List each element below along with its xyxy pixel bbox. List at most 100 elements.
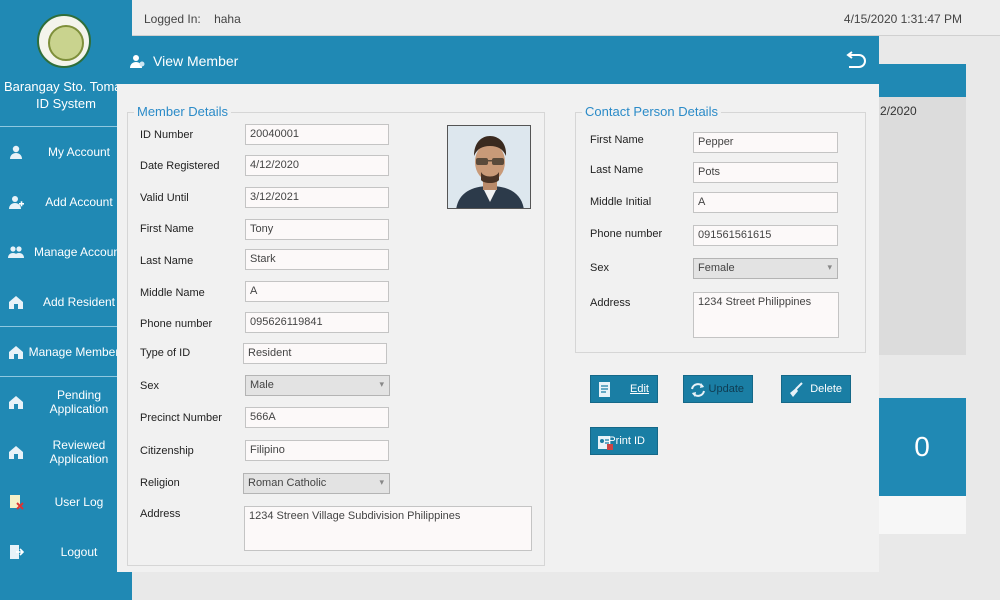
update-button-label: Update	[708, 383, 744, 395]
logged-in-username: haha	[214, 12, 241, 26]
edit-button-label: Edit	[630, 383, 649, 395]
sidebar-item-add-resident[interactable]: Add Resident	[0, 277, 132, 327]
user-icon	[10, 145, 22, 159]
refresh-icon	[691, 383, 705, 397]
sidebar-item-manage-members[interactable]: Manage Members	[0, 327, 132, 377]
background-count-value: 0	[914, 431, 930, 462]
update-button[interactable]: Update	[683, 375, 753, 403]
type-of-id-label: Type of ID	[140, 347, 191, 359]
sidebar-item-my-account[interactable]: My Account	[0, 127, 132, 177]
middle-name-field[interactable]: A	[245, 281, 389, 302]
contact-sex-label: Sex	[590, 262, 609, 274]
sidebar-item-label: Manage Members	[28, 345, 126, 359]
id-number-label: ID Number	[140, 129, 194, 141]
first-name-field[interactable]: Tony	[245, 219, 389, 240]
type-of-id-field[interactable]: Resident	[243, 343, 387, 364]
member-photo	[447, 125, 531, 209]
sidebar-item-manage-accounts[interactable]: Manage Accounts	[0, 227, 132, 277]
member-details-legend: Member Details	[134, 104, 232, 119]
print-id-button-label: Print ID	[608, 435, 645, 447]
contact-phone-field[interactable]: 091561561615	[693, 225, 838, 246]
sidebar-item-label: Pending Application	[49, 388, 109, 416]
edit-button[interactable]: Edit	[590, 375, 658, 403]
date-registered-field[interactable]: 4/12/2020	[245, 155, 389, 176]
contact-middle-initial-label: Middle Initial	[590, 196, 652, 208]
sidebar: Barangay Sto. Tomas ID System My Account…	[0, 0, 132, 600]
sidebar-item-label: Add Account	[45, 195, 113, 209]
contact-address-field[interactable]: 1234 Street Philippines	[693, 292, 839, 338]
sidebar-item-label: My Account	[47, 145, 111, 159]
valid-until-label: Valid Until	[140, 192, 189, 204]
sex-select[interactable]: Male	[245, 375, 390, 396]
barangay-seal-logo	[37, 14, 91, 68]
sidebar-item-label: Add Resident	[42, 295, 116, 309]
id-number-field[interactable]: 20040001	[245, 124, 389, 145]
print-id-button[interactable]: Print ID	[590, 427, 658, 455]
back-arrow-icon[interactable]	[843, 51, 867, 71]
dialog-header: View Member	[117, 36, 879, 84]
date-registered-label: Date Registered	[140, 160, 220, 172]
sidebar-item-reviewed-application[interactable]: Reviewed Application	[0, 427, 132, 477]
sidebar-item-logout[interactable]: Logout	[0, 527, 132, 577]
background-table-cell: 2/2020	[880, 104, 917, 118]
address-label: Address	[140, 508, 181, 520]
citizenship-field[interactable]: Filipino	[245, 440, 389, 461]
current-datetime: 4/15/2020 1:31:47 PM	[843, 12, 962, 26]
precinct-number-field[interactable]: 566A	[245, 407, 389, 428]
contact-sex-select[interactable]: Female	[693, 258, 838, 279]
valid-until-field[interactable]: 3/12/2021	[245, 187, 389, 208]
dialog-title: View Member	[153, 53, 239, 69]
house-icon	[9, 446, 23, 459]
delete-button-label: Delete	[810, 383, 842, 395]
app-brand: Barangay Sto. Tomas ID System	[0, 78, 132, 112]
sidebar-item-add-account[interactable]: Add Account	[0, 177, 132, 227]
sidebar-item-label: User Log	[54, 495, 104, 509]
member-portrait	[448, 126, 530, 208]
last-name-label: Last Name	[140, 255, 194, 267]
contact-details-legend: Contact Person Details	[582, 104, 721, 119]
first-name-label: First Name	[140, 223, 194, 235]
middle-name-label: Middle Name	[140, 287, 205, 299]
phone-number-label: Phone number	[140, 318, 213, 330]
address-field[interactable]: 1234 Streen Village Subdivision Philippi…	[244, 506, 532, 551]
contact-last-name-field[interactable]: Pots	[693, 162, 838, 183]
citizenship-label: Citizenship	[140, 445, 194, 457]
last-name-field[interactable]: Stark	[245, 249, 389, 270]
religion-label: Religion	[140, 477, 180, 489]
brand-title: Barangay Sto. Tomas	[3, 79, 129, 94]
sidebar-item-label: Manage Accounts	[34, 245, 130, 259]
background-table	[878, 97, 966, 355]
logged-in-label: Logged In:	[144, 12, 201, 26]
sidebar-item-label: Logout	[60, 545, 98, 559]
contact-middle-initial-field[interactable]: A	[693, 192, 838, 213]
brand-subtitle: ID System	[36, 96, 96, 111]
sidebar-item-pending-application[interactable]: Pending Application	[0, 377, 132, 427]
sex-label: Sex	[140, 380, 159, 392]
sidebar-item-user-log[interactable]: User Log	[0, 477, 132, 527]
contact-last-name-label: Last Name	[590, 164, 644, 176]
delete-button[interactable]: Delete	[781, 375, 851, 403]
phone-number-field[interactable]: 095626119841	[245, 312, 389, 333]
house-icon	[9, 396, 23, 409]
contact-first-name-field[interactable]: Pepper	[693, 132, 838, 153]
add-user-icon	[9, 196, 24, 209]
contact-address-label: Address	[590, 297, 631, 309]
background-count-card: 0	[878, 398, 966, 496]
users-icon	[8, 246, 24, 258]
house-icon	[9, 296, 23, 309]
logged-in-status: Logged In: haha	[144, 12, 241, 26]
contact-first-name-label: First Name	[590, 134, 644, 146]
house-icon	[9, 346, 23, 359]
logout-icon	[10, 545, 24, 559]
precinct-number-label: Precinct Number	[140, 412, 222, 424]
user-log-icon	[10, 495, 24, 510]
background-table-header	[878, 64, 966, 97]
background-card-footer	[878, 496, 966, 534]
broom-icon	[790, 382, 803, 397]
sidebar-item-label: Reviewed Application	[49, 438, 109, 466]
contact-phone-label: Phone number	[590, 228, 663, 240]
top-status-bar: Logged In: haha 4/15/2020 1:31:47 PM	[132, 0, 1000, 36]
view-member-dialog: View Member Member Details ID Number 200…	[117, 36, 879, 572]
religion-select[interactable]: Roman Catholic	[243, 473, 390, 494]
member-icon	[130, 55, 145, 68]
